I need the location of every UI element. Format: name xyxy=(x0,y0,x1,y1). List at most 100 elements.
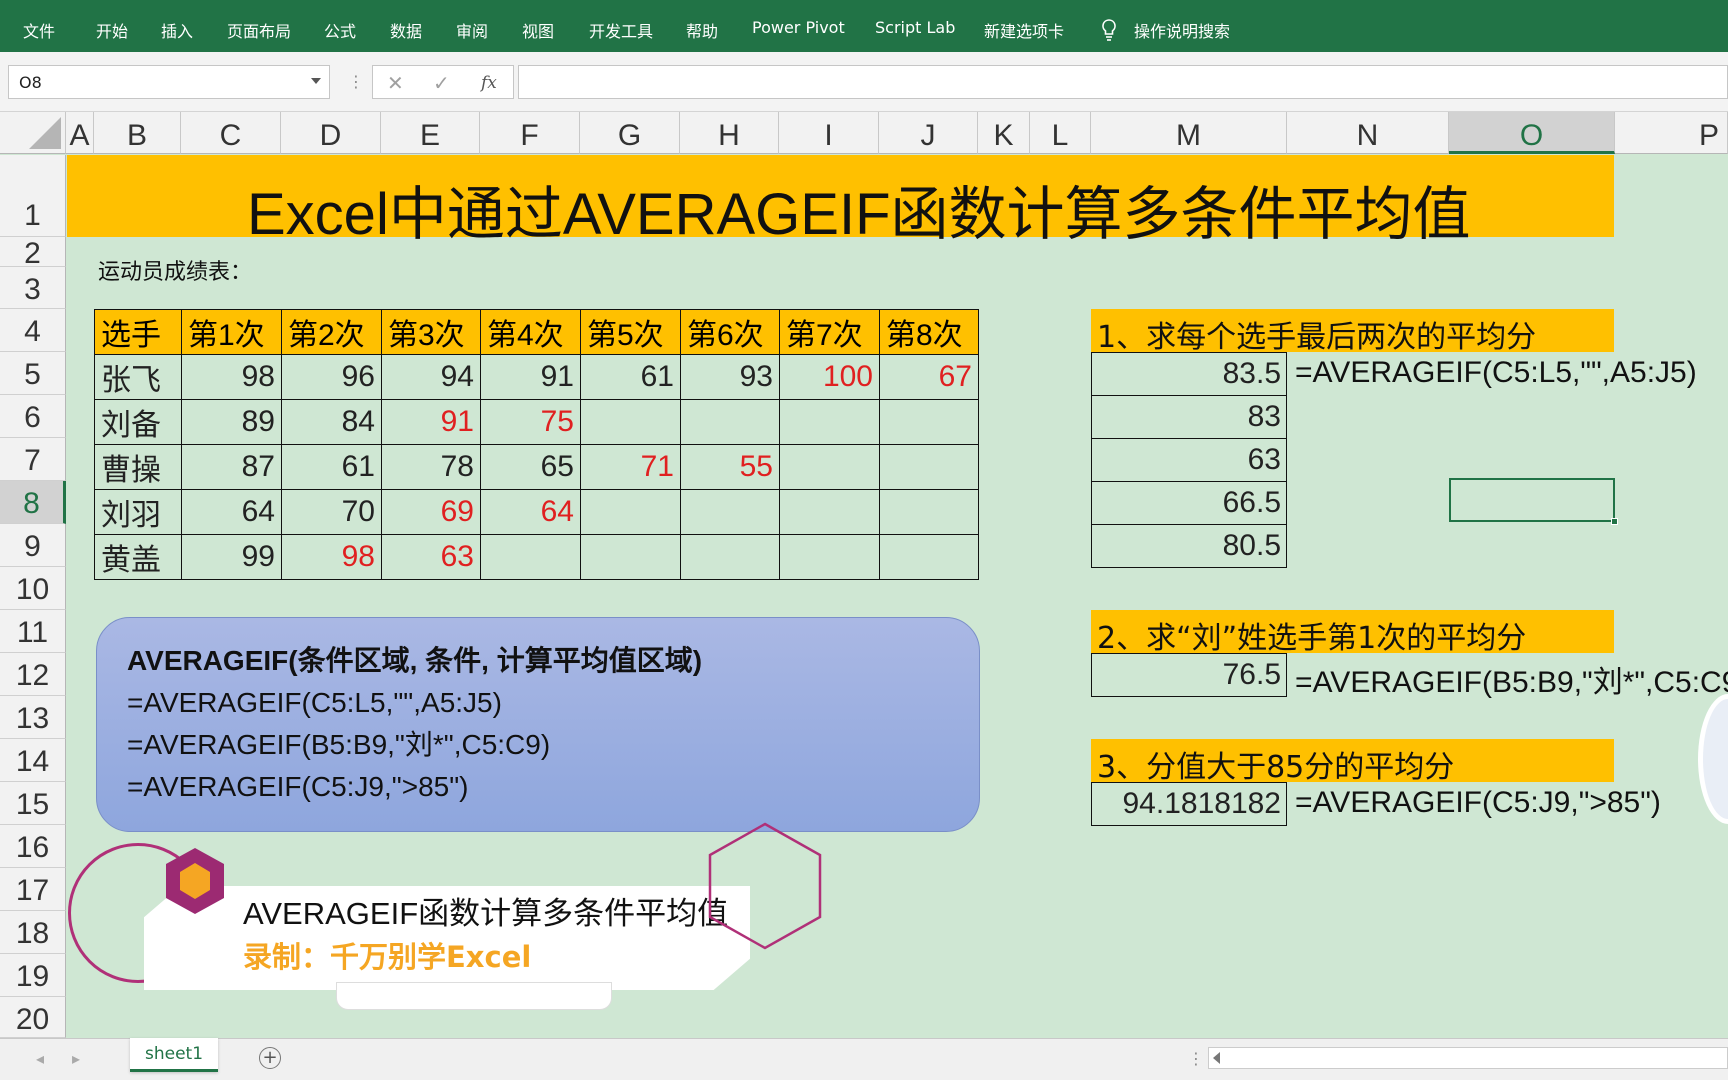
column-header-m[interactable]: M xyxy=(1091,112,1287,154)
header-round-1[interactable]: 第1次 xyxy=(181,309,282,355)
row-header-3[interactable]: 3 xyxy=(0,267,66,309)
row-header-18[interactable]: 18 xyxy=(0,911,66,954)
section2-formula[interactable]: =AVERAGEIF(B5:B9,"刘*",C5:C9) xyxy=(1295,657,1728,701)
column-header-f[interactable]: F xyxy=(480,112,580,154)
score-cell[interactable] xyxy=(879,489,979,535)
section1-formula[interactable]: =AVERAGEIF(C5:L5,"",A5:J5) xyxy=(1295,356,1697,390)
score-cell[interactable] xyxy=(580,399,681,445)
score-cell[interactable] xyxy=(680,489,780,535)
tab-home[interactable]: 开始 xyxy=(96,18,128,42)
player-name[interactable]: 张飞 xyxy=(94,354,182,400)
result-cell[interactable]: 80.5 xyxy=(1091,524,1287,568)
row-header-5[interactable]: 5 xyxy=(0,352,66,395)
row-header-10[interactable]: 10 xyxy=(0,567,66,610)
column-header-j[interactable]: J xyxy=(879,112,978,154)
header-round-7[interactable]: 第7次 xyxy=(779,309,880,355)
scroll-left-arrow-icon[interactable] xyxy=(1213,1052,1220,1064)
section3-formula[interactable]: =AVERAGEIF(C5:J9,">85") xyxy=(1295,786,1661,820)
section3-heading[interactable]: 3、分值大于85分的平均分 xyxy=(1091,739,1614,785)
header-round-4[interactable]: 第4次 xyxy=(480,309,581,355)
score-cell[interactable] xyxy=(580,534,681,580)
tab-view[interactable]: 视图 xyxy=(522,18,554,42)
row-header-17[interactable]: 17 xyxy=(0,868,66,911)
section1-heading[interactable]: 1、求每个选手最后两次的平均分 xyxy=(1091,309,1614,355)
tab-power-pivot[interactable]: Power Pivot xyxy=(752,18,845,37)
column-header-o[interactable]: O xyxy=(1449,112,1615,154)
insert-function-icon[interactable]: fx xyxy=(481,73,497,93)
column-header-l[interactable]: L xyxy=(1030,112,1091,154)
score-cell-highlighted[interactable]: 100 xyxy=(779,354,880,400)
score-cell[interactable]: 99 xyxy=(181,534,282,580)
score-cell-highlighted[interactable]: 98 xyxy=(281,534,382,580)
tab-data[interactable]: 数据 xyxy=(390,18,422,42)
row-header-11[interactable]: 11 xyxy=(0,610,66,653)
row-header-7[interactable]: 7 xyxy=(0,438,66,481)
score-cell-highlighted[interactable]: 91 xyxy=(381,399,481,445)
row-header-2[interactable]: 2 xyxy=(0,237,66,270)
column-header-b[interactable]: B xyxy=(94,112,181,154)
tab-formulas[interactable]: 公式 xyxy=(324,18,356,42)
formula-input[interactable] xyxy=(518,65,1728,99)
result-cell[interactable]: 94.1818182 xyxy=(1091,782,1287,826)
column-header-e[interactable]: E xyxy=(381,112,480,154)
fill-handle[interactable] xyxy=(1611,518,1618,525)
row-header-20[interactable]: 20 xyxy=(0,997,66,1038)
column-header-p[interactable]: P xyxy=(1615,112,1728,154)
column-header-h[interactable]: H xyxy=(680,112,779,154)
score-cell[interactable]: 84 xyxy=(281,399,382,445)
score-cell-highlighted[interactable]: 69 xyxy=(381,489,481,535)
player-name[interactable]: 刘羽 xyxy=(94,489,182,535)
column-header-c[interactable]: C xyxy=(181,112,281,154)
score-cell[interactable]: 91 xyxy=(480,354,581,400)
row-header-12[interactable]: 12 xyxy=(0,653,66,696)
player-name[interactable]: 黄盖 xyxy=(94,534,182,580)
lightbulb-icon[interactable] xyxy=(1100,18,1118,42)
column-header-i[interactable]: I xyxy=(779,112,879,154)
header-round-6[interactable]: 第6次 xyxy=(680,309,780,355)
score-cell[interactable] xyxy=(580,489,681,535)
tab-review[interactable]: 审阅 xyxy=(456,18,488,42)
row-header-13[interactable]: 13 xyxy=(0,696,66,739)
scroll-right-icon[interactable]: ▸ xyxy=(72,1049,80,1068)
score-cell[interactable] xyxy=(779,489,880,535)
scroll-left-icon[interactable]: ◂ xyxy=(36,1049,44,1068)
tab-page-layout[interactable]: 页面布局 xyxy=(227,18,291,42)
result-cell[interactable]: 83 xyxy=(1091,395,1287,439)
score-cell[interactable] xyxy=(879,399,979,445)
score-cell[interactable] xyxy=(680,399,780,445)
tab-insert[interactable]: 插入 xyxy=(161,18,193,42)
score-cell[interactable]: 96 xyxy=(281,354,382,400)
score-cell[interactable] xyxy=(879,534,979,580)
score-cell[interactable] xyxy=(879,444,979,490)
row-header-6[interactable]: 6 xyxy=(0,395,66,438)
chevron-down-icon[interactable] xyxy=(311,78,321,84)
column-header-g[interactable]: G xyxy=(580,112,680,154)
tab-developer[interactable]: 开发工具 xyxy=(589,18,653,42)
confirm-icon[interactable]: ✓ xyxy=(433,71,450,95)
result-cell[interactable]: 83.5 xyxy=(1091,352,1287,396)
score-cell[interactable] xyxy=(779,444,880,490)
column-header-n[interactable]: N xyxy=(1287,112,1449,154)
score-cell[interactable]: 89 xyxy=(181,399,282,445)
select-all-corner[interactable] xyxy=(0,112,66,154)
score-cell[interactable]: 64 xyxy=(181,489,282,535)
score-cell-highlighted[interactable]: 71 xyxy=(580,444,681,490)
player-name[interactable]: 刘备 xyxy=(94,399,182,445)
score-cell[interactable]: 98 xyxy=(181,354,282,400)
score-cell[interactable] xyxy=(480,534,581,580)
tab-script-lab[interactable]: Script Lab xyxy=(875,18,955,37)
row-header-15[interactable]: 15 xyxy=(0,782,66,825)
score-cell[interactable] xyxy=(779,399,880,445)
add-sheet-icon[interactable]: + xyxy=(259,1047,281,1069)
result-cell[interactable]: 76.5 xyxy=(1091,653,1287,697)
tab-new-tab[interactable]: 新建选项卡 xyxy=(984,18,1064,42)
syntax-textbox[interactable]: AVERAGEIF(条件区域, 条件, 计算平均值区域) =AVERAGEIF(… xyxy=(96,617,980,832)
header-round-2[interactable]: 第2次 xyxy=(281,309,382,355)
score-cell[interactable]: 94 xyxy=(381,354,481,400)
header-round-3[interactable]: 第3次 xyxy=(381,309,481,355)
worksheet-grid[interactable]: A B C D E F G H I J K L M N O P 1 2 3 4 … xyxy=(0,112,1728,1038)
score-cell-highlighted[interactable]: 75 xyxy=(480,399,581,445)
score-cell[interactable] xyxy=(779,534,880,580)
row-header-4[interactable]: 4 xyxy=(0,309,66,352)
score-cell[interactable]: 61 xyxy=(580,354,681,400)
